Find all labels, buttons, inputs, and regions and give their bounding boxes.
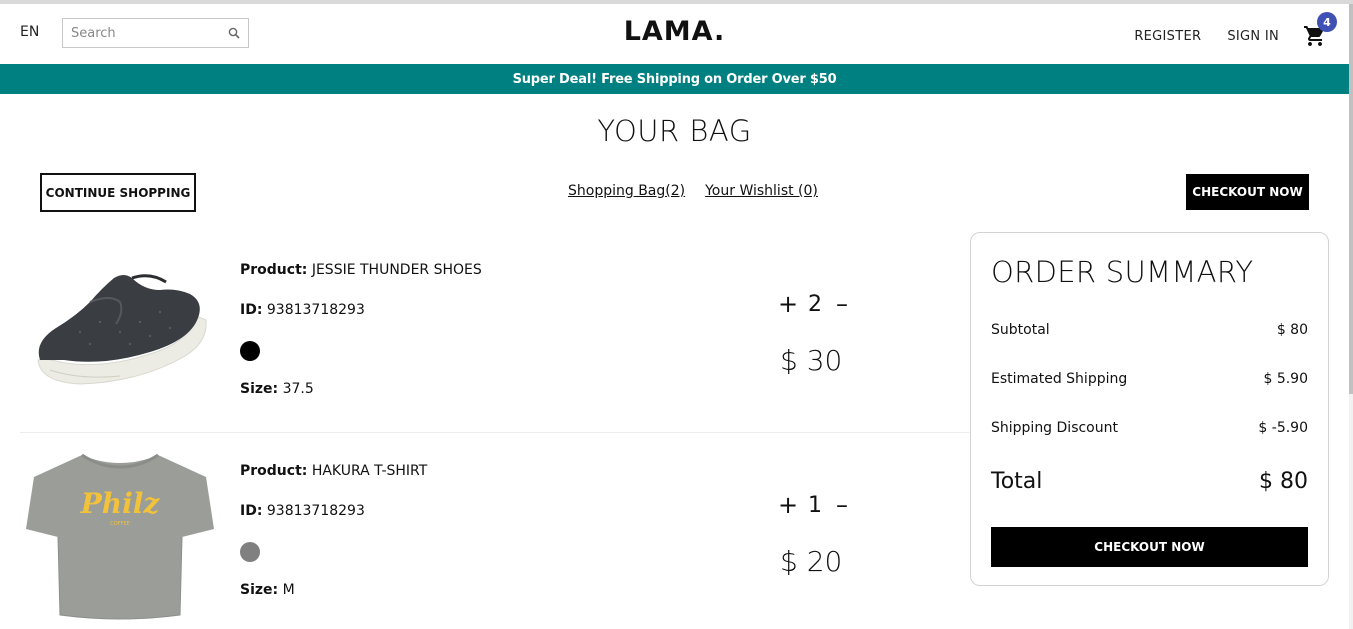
product-id-label: ID: [240,503,263,519]
navbar: EN LAMA. REGISTER SIGN IN 4 [0,4,1349,64]
cart-item: Product: JESSIE THUNDER SHOES ID: 938137… [20,232,970,432]
page-title: YOUR BAG [597,114,752,148]
shipping-row: Estimated Shipping $ 5.90 [991,371,1308,387]
product-color-row [240,542,427,582]
product-color-swatch [240,341,260,361]
svg-text:COFFEE: COFFEE [110,521,130,527]
plus-icon[interactable]: + [777,491,799,519]
quantity-stepper: + 2 – [777,290,853,318]
subtotal-value: $ 80 [1276,322,1308,338]
quantity-stepper: + 1 – [777,491,853,519]
product-name-row: Product: JESSIE THUNDER SHOES [240,262,482,302]
order-summary-title: ORDER SUMMARY [991,255,1254,289]
total-row: Total $ 80 [991,469,1308,494]
checkout-now-button[interactable]: CHECKOUT NOW [991,527,1308,567]
product-size: 37.5 [282,381,314,397]
plus-icon[interactable]: + [777,290,799,318]
sign-in-link[interactable]: SIGN IN [1227,29,1279,44]
total-value: $ 80 [1259,469,1308,494]
checkout-now-top-button[interactable]: CHECKOUT NOW [1186,174,1309,210]
search-box [62,18,249,48]
product-size-row: Size: M [240,582,427,622]
subtotal-row: Subtotal $ 80 [991,322,1308,338]
discount-value: $ -5.90 [1258,420,1308,436]
scrollbar-thumb[interactable] [1349,4,1353,394]
shipping-value: $ 5.90 [1263,371,1308,387]
svg-text:Philz: Philz [80,487,161,520]
product-name: HAKURA T-SHIRT [311,463,428,479]
nav-right: REGISTER SIGN IN 4 [1108,12,1337,48]
product-size-label: Size: [240,582,279,598]
product-details: Product: HAKURA T-SHIRT ID: 93813718293 … [240,463,427,622]
continue-shopping-button[interactable]: CONTINUE SHOPPING [40,173,196,212]
product-id-row: ID: 93813718293 [240,302,482,342]
shipping-label: Estimated Shipping [991,371,1128,387]
cart-button[interactable]: 4 [1303,12,1337,48]
discount-label: Shipping Discount [991,420,1118,436]
quantity-value: 1 [808,492,822,518]
wishlist-link[interactable]: Your Wishlist (0) [705,183,818,199]
product-color-row [240,341,482,381]
language-selector[interactable]: EN [20,24,39,40]
product-id: 93813718293 [266,503,365,519]
product-size-row: Size: 37.5 [240,381,482,421]
product-name: JESSIE THUNDER SHOES [311,262,482,278]
product-label: Product: [240,463,308,479]
product-id-row: ID: 93813718293 [240,503,427,543]
order-summary: ORDER SUMMARY Subtotal $ 80 Estimated Sh… [970,232,1329,586]
product-price: $ 20 [780,545,843,578]
product-size-label: Size: [240,381,279,397]
minus-icon[interactable]: – [831,290,853,318]
cart-count-badge: 4 [1317,12,1337,32]
product-price: $ 30 [780,344,843,377]
sneaker-image [37,274,207,385]
product-label: Product: [240,262,308,278]
total-label: Total [991,469,1043,494]
discount-row: Shipping Discount $ -5.90 [991,420,1308,436]
register-link[interactable]: REGISTER [1134,29,1201,44]
quantity-value: 2 [808,291,822,317]
product-color-swatch [240,542,260,562]
tshirt-image: Philz COFFEE [26,453,214,620]
product-id-label: ID: [240,302,263,318]
product-name-row: Product: HAKURA T-SHIRT [240,463,427,503]
bag-tabs: Shopping Bag(2) Your Wishlist (0) [568,183,838,199]
shopping-bag-link[interactable]: Shopping Bag(2) [568,183,685,199]
search-icon[interactable] [228,27,240,39]
product-details: Product: JESSIE THUNDER SHOES ID: 938137… [240,262,482,421]
product-size: M [282,582,295,598]
minus-icon[interactable]: – [831,491,853,519]
search-input[interactable] [71,25,221,41]
announcement-bar: Super Deal! Free Shipping on Order Over … [0,64,1349,94]
cart-item: Philz COFFEE Product: HAKURA T-SHIRT ID:… [20,433,970,629]
subtotal-label: Subtotal [991,322,1050,338]
product-id: 93813718293 [266,302,365,318]
